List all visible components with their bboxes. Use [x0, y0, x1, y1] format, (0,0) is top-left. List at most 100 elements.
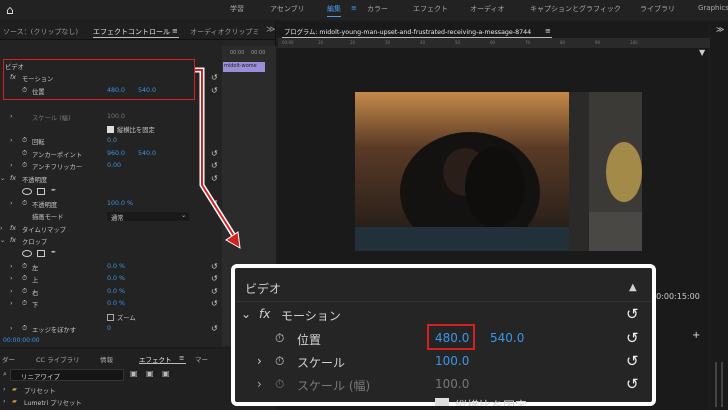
playhead-marker-icon[interactable]: ▼	[699, 48, 705, 57]
expand-chevron-icon[interactable]: ›	[10, 275, 13, 282]
checkbox-icon[interactable]	[107, 126, 114, 133]
rotation-value[interactable]: 0.0	[107, 137, 117, 144]
preset-bin-icon[interactable]: ▣	[130, 369, 138, 378]
stopwatch-icon[interactable]: ⏱	[22, 325, 27, 333]
stopwatch-icon[interactable]: ⏱	[22, 137, 27, 145]
workspace-assembly[interactable]: アセンブリ	[270, 4, 305, 14]
pen-icon[interactable]: ✒	[51, 187, 56, 194]
expand-chevron-icon[interactable]: ›	[257, 377, 262, 391]
collapse-up-icon[interactable]: ▲	[629, 282, 637, 293]
stopwatch-icon[interactable]: ⏱	[275, 354, 284, 369]
fx-icon[interactable]: fx	[259, 307, 270, 321]
expand-chevron-icon[interactable]: ›	[10, 162, 13, 169]
home-icon[interactable]: ⌂	[6, 3, 14, 17]
workspace-learn[interactable]: 学習	[230, 4, 244, 14]
tree-item-presets[interactable]: › ▰ プリセット	[0, 385, 222, 396]
checkbox-icon[interactable]	[107, 314, 114, 321]
reset-icon[interactable]: ↺	[211, 274, 218, 283]
expand-chevron-icon[interactable]: ›	[10, 113, 13, 120]
expand-chevron-icon[interactable]: ›	[10, 200, 13, 207]
fx-icon[interactable]: fx	[10, 225, 16, 232]
workspace-edit[interactable]: 編集	[327, 4, 341, 17]
reset-icon[interactable]: ↺	[211, 299, 218, 308]
reset-icon[interactable]: ↺	[626, 305, 639, 323]
zoom-position-y[interactable]: 540.0	[490, 331, 524, 345]
time-remap-row[interactable]: › fx タイムリマップ	[0, 224, 222, 235]
tab-source[interactable]: ソース：(クリップなし)	[3, 27, 78, 37]
tab-markers[interactable]: マー	[195, 354, 208, 364]
expand-chevron-icon[interactable]: ›	[3, 398, 6, 405]
search-input[interactable]: リニアワイプ	[10, 369, 124, 381]
rect-mask-icon[interactable]	[37, 188, 45, 195]
reset-icon[interactable]: ↺	[211, 287, 218, 296]
zoom-motion-row[interactable]: ⌄ fx モーション ↺	[235, 303, 652, 325]
workspace-audio[interactable]: オーディオ	[470, 4, 505, 14]
zoom-scale-value[interactable]: 100.0	[435, 354, 469, 368]
blend-mode-select[interactable]: 通常	[107, 212, 189, 222]
crop-top-value[interactable]: 0.0 %	[107, 275, 125, 282]
fx-icon[interactable]: fx	[10, 237, 16, 244]
tab-effect-controls[interactable]: エフェクトコントロール	[93, 27, 170, 37]
preset-bin-icon[interactable]: ▣	[162, 369, 170, 378]
timecode[interactable]: 00:00:00:00	[3, 337, 40, 344]
feather-value[interactable]: 0	[107, 325, 111, 332]
anchor-y-value[interactable]: 540.0	[138, 150, 156, 157]
stopwatch-icon[interactable]: ⏱	[22, 150, 27, 158]
tab-partial-left[interactable]: ダー	[2, 354, 15, 364]
antiflicker-value[interactable]: 0.00	[107, 162, 121, 169]
panel-menu-icon[interactable]: ≡	[172, 27, 178, 35]
expand-chevron-icon[interactable]: ⌄	[0, 175, 5, 182]
crop-left-value[interactable]: 0.0 %	[107, 263, 125, 270]
stopwatch-icon[interactable]: ⏱	[22, 288, 27, 296]
ellipse-mask-icon[interactable]	[22, 188, 32, 195]
stopwatch-icon[interactable]: ⏱	[22, 200, 27, 208]
reset-icon[interactable]: ↺	[211, 324, 218, 333]
tab-audio-clip-mixer[interactable]: オーディオクリップミ	[190, 27, 259, 37]
reset-icon[interactable]: ↺	[211, 262, 218, 271]
stopwatch-icon[interactable]: ⏱	[275, 331, 284, 346]
stopwatch-icon[interactable]: ⏱	[22, 162, 27, 170]
expand-chevron-icon[interactable]: ›	[10, 300, 13, 307]
overflow-icon[interactable]: ≫	[716, 25, 724, 34]
tab-cc-libraries[interactable]: CC ライブラリ	[36, 354, 80, 364]
expand-chevron-icon[interactable]: ›	[10, 325, 13, 332]
crop-row[interactable]: ⌄ fx クロップ	[0, 236, 222, 247]
expand-chevron-icon[interactable]: ›	[3, 386, 6, 393]
program-menu-icon[interactable]: ≡	[545, 27, 551, 35]
workspace-captions[interactable]: キャプションとグラフィック	[530, 4, 621, 14]
reset-icon[interactable]: ↺	[626, 352, 639, 370]
program-timecode-right[interactable]: 00:00:15:00	[651, 292, 700, 301]
expand-chevron-icon[interactable]: ›	[0, 225, 3, 232]
program-title[interactable]: プログラム: midolt-young-man-upset-and-frustr…	[284, 27, 531, 36]
workspace-graphics[interactable]: Graphics	[698, 4, 728, 12]
reset-icon[interactable]: ↺	[626, 329, 639, 347]
fx-icon[interactable]: fx	[10, 175, 16, 182]
workspace-effects[interactable]: エフェクト	[413, 4, 448, 14]
tree-item-lumetri[interactable]: › ▰ Lumetri プリセット	[0, 397, 222, 408]
pen-icon[interactable]: ✒	[51, 249, 56, 256]
tab-info[interactable]: 情報	[100, 354, 113, 364]
crop-bottom-value[interactable]: 0.0 %	[107, 300, 125, 307]
lock-aspect-row[interactable]: 縦横比を固定	[0, 124, 222, 135]
workspace-color[interactable]: カラー	[367, 4, 388, 14]
panel-overflow-icon[interactable]: ≫	[266, 25, 275, 35]
ellipse-mask-icon[interactable]	[22, 250, 32, 257]
workspace-menu-icon[interactable]: ≡	[351, 4, 357, 12]
preset-bin-icon[interactable]: ▣	[146, 369, 154, 378]
expand-chevron-icon[interactable]: ›	[10, 288, 13, 295]
crop-zoom-row[interactable]: ズーム	[0, 312, 222, 323]
expand-chevron-icon[interactable]: ›	[257, 354, 262, 368]
crop-right-value[interactable]: 0.0 %	[107, 288, 125, 295]
zoom-lock-row[interactable]: 縦横比を固定	[235, 396, 652, 406]
workspace-libraries[interactable]: ライブラリ	[640, 4, 675, 14]
expand-chevron-icon[interactable]: ⌄	[0, 237, 5, 244]
stopwatch-icon[interactable]: ⏱	[22, 300, 27, 308]
expand-chevron-icon[interactable]: ›	[10, 263, 13, 270]
add-button-icon[interactable]: +	[692, 330, 700, 341]
checkbox-icon[interactable]	[435, 398, 449, 406]
stopwatch-icon[interactable]: ⏱	[22, 263, 27, 271]
stopwatch-icon[interactable]: ⏱	[22, 275, 27, 283]
reset-icon[interactable]: ↺	[626, 375, 639, 393]
expand-chevron-icon[interactable]: ›	[10, 137, 13, 144]
rect-mask-icon[interactable]	[37, 250, 45, 257]
